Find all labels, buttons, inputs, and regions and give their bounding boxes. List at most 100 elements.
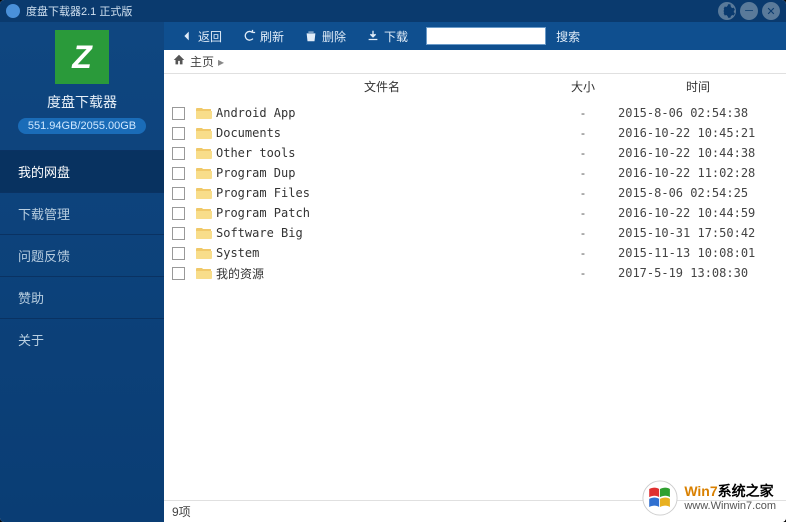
window-title: 度盘下载器2.1 正式版 xyxy=(26,3,132,19)
folder-icon xyxy=(196,246,216,260)
file-time: 2015-8-06 02:54:38 xyxy=(618,106,778,120)
file-size: - xyxy=(548,186,618,200)
folder-icon xyxy=(196,226,216,240)
refresh-label: 刷新 xyxy=(260,28,284,45)
row-checkbox[interactable] xyxy=(172,107,185,120)
column-headers: 文件名 大小 时间 xyxy=(164,74,786,103)
download-icon xyxy=(366,29,380,43)
sidebar-item-4[interactable]: 关于 xyxy=(0,318,164,360)
table-row[interactable]: Software Big-2015-10-31 17:50:42 xyxy=(164,223,786,243)
app-window: 度盘下载器2.1 正式版 ─ ✕ Z 度盘下载器 551.94GB/2055.0… xyxy=(0,0,786,522)
table-row[interactable]: 我的资源-2017-5-19 13:08:30 xyxy=(164,263,786,283)
file-size: - xyxy=(548,266,618,280)
row-checkbox[interactable] xyxy=(172,167,185,180)
search-input[interactable] xyxy=(426,27,546,45)
row-checkbox[interactable] xyxy=(172,187,185,200)
file-time: 2016-10-22 10:44:38 xyxy=(618,146,778,160)
settings-button[interactable] xyxy=(718,2,736,20)
file-size: - xyxy=(548,226,618,240)
storage-badge: 551.94GB/2055.00GB xyxy=(18,118,146,134)
table-row[interactable]: Documents-2016-10-22 10:45:21 xyxy=(164,123,786,143)
folder-icon xyxy=(196,106,216,120)
table-row[interactable]: Android App-2015-8-06 02:54:38 xyxy=(164,103,786,123)
file-name: Other tools xyxy=(216,146,548,160)
file-name: Android App xyxy=(216,106,548,120)
titlebar: 度盘下载器2.1 正式版 ─ ✕ xyxy=(0,0,786,22)
folder-icon xyxy=(196,146,216,160)
folder-icon xyxy=(196,126,216,140)
file-size: - xyxy=(548,246,618,260)
trash-icon xyxy=(304,29,318,43)
toolbar: 返回 刷新 删除 下载 搜索 xyxy=(164,22,786,50)
search-button[interactable]: 搜索 xyxy=(556,28,580,45)
file-size: - xyxy=(548,146,618,160)
breadcrumb-home[interactable]: 主页 xyxy=(190,53,214,70)
table-row[interactable]: System-2015-11-13 10:08:01 xyxy=(164,243,786,263)
app-name: 度盘下载器 xyxy=(47,92,117,112)
file-time: 2015-11-13 10:08:01 xyxy=(618,246,778,260)
chevron-right-icon: ▸ xyxy=(218,55,224,69)
home-icon[interactable] xyxy=(172,53,186,70)
delete-button[interactable]: 删除 xyxy=(296,25,354,48)
table-row[interactable]: Program Dup-2016-10-22 11:02:28 xyxy=(164,163,786,183)
file-name: System xyxy=(216,246,548,260)
file-list: 文件名 大小 时间 Android App-2015-8-06 02:54:38… xyxy=(164,74,786,500)
sidebar-item-1[interactable]: 下载管理 xyxy=(0,192,164,234)
back-label: 返回 xyxy=(198,28,222,45)
minimize-button[interactable]: ─ xyxy=(740,2,758,20)
statusbar: 9项 xyxy=(164,500,786,522)
file-size: - xyxy=(548,206,618,220)
sidebar-item-3[interactable]: 赞助 xyxy=(0,276,164,318)
nav-list: 我的网盘下载管理问题反馈赞助关于 xyxy=(0,150,164,360)
row-checkbox[interactable] xyxy=(172,267,185,280)
close-button[interactable]: ✕ xyxy=(762,2,780,20)
file-time: 2016-10-22 11:02:28 xyxy=(618,166,778,180)
sidebar-item-0[interactable]: 我的网盘 xyxy=(0,150,164,192)
file-time: 2016-10-22 10:45:21 xyxy=(618,126,778,140)
file-name: Program Dup xyxy=(216,166,548,180)
search-box xyxy=(426,27,546,45)
table-row[interactable]: Other tools-2016-10-22 10:44:38 xyxy=(164,143,786,163)
file-time: 2017-5-19 13:08:30 xyxy=(618,266,778,280)
main-panel: 返回 刷新 删除 下载 搜索 xyxy=(164,22,786,522)
file-time: 2016-10-22 10:44:59 xyxy=(618,206,778,220)
row-checkbox[interactable] xyxy=(172,247,185,260)
table-row[interactable]: Program Patch-2016-10-22 10:44:59 xyxy=(164,203,786,223)
sidebar: Z 度盘下载器 551.94GB/2055.00GB 我的网盘下载管理问题反馈赞… xyxy=(0,22,164,522)
refresh-button[interactable]: 刷新 xyxy=(234,25,292,48)
back-icon xyxy=(180,29,194,43)
download-label: 下载 xyxy=(384,28,408,45)
refresh-icon xyxy=(242,29,256,43)
file-name: Program Files xyxy=(216,186,548,200)
file-name: Documents xyxy=(216,126,548,140)
gear-icon xyxy=(718,2,736,20)
folder-icon xyxy=(196,166,216,180)
table-row[interactable]: Program Files-2015-8-06 02:54:25 xyxy=(164,183,786,203)
app-logo: Z xyxy=(55,30,109,84)
delete-label: 删除 xyxy=(322,28,346,45)
logo-area: Z 度盘下载器 551.94GB/2055.00GB xyxy=(0,22,164,144)
item-count: 9项 xyxy=(172,503,191,520)
col-header-size[interactable]: 大小 xyxy=(548,78,618,95)
folder-icon xyxy=(196,266,216,280)
row-checkbox[interactable] xyxy=(172,147,185,160)
file-name: Software Big xyxy=(216,226,548,240)
download-button[interactable]: 下载 xyxy=(358,25,416,48)
file-time: 2015-10-31 17:50:42 xyxy=(618,226,778,240)
file-size: - xyxy=(548,166,618,180)
file-name: Program Patch xyxy=(216,206,548,220)
breadcrumb: 主页 ▸ xyxy=(164,50,786,74)
row-checkbox[interactable] xyxy=(172,127,185,140)
folder-icon xyxy=(196,206,216,220)
file-name: 我的资源 xyxy=(216,265,548,282)
app-icon xyxy=(6,4,20,18)
sidebar-item-2[interactable]: 问题反馈 xyxy=(0,234,164,276)
file-time: 2015-8-06 02:54:25 xyxy=(618,186,778,200)
file-size: - xyxy=(548,126,618,140)
back-button[interactable]: 返回 xyxy=(172,25,230,48)
col-header-name[interactable]: 文件名 xyxy=(216,78,548,95)
row-checkbox[interactable] xyxy=(172,207,185,220)
row-checkbox[interactable] xyxy=(172,227,185,240)
folder-icon xyxy=(196,186,216,200)
col-header-time[interactable]: 时间 xyxy=(618,78,778,95)
